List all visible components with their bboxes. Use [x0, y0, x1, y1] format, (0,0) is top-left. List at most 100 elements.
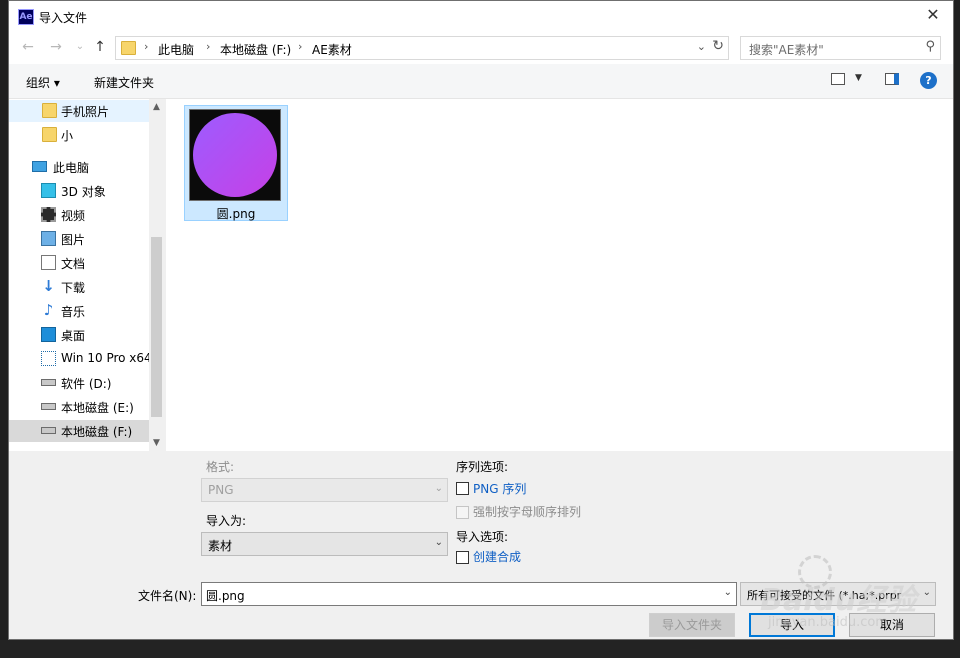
sidebar-item-videos[interactable]: 视频: [9, 204, 149, 226]
png-sequence-label[interactable]: PNG 序列: [473, 480, 526, 497]
force-alphabetical-checkbox: [456, 506, 469, 519]
sidebar-item-label: Win 10 Pro x64: [61, 351, 152, 365]
help-icon[interactable]: ?: [920, 72, 937, 89]
scroll-down-icon[interactable]: ▼: [149, 435, 164, 451]
file-name: 圆.png: [216, 207, 256, 221]
preview-pane-icon[interactable]: [885, 73, 899, 85]
chevron-down-icon: ⌄: [922, 587, 931, 598]
format-label: 格式:: [206, 460, 235, 474]
background-app-strip: [0, 640, 960, 658]
create-composition-checkbox[interactable]: [456, 551, 469, 564]
sidebar-item-phone-photos[interactable]: 手机照片: [9, 100, 149, 122]
sidebar-item-label: 3D 对象: [61, 185, 106, 199]
sidebar-item-drive-d[interactable]: 软件 (D:): [9, 372, 149, 394]
import-options-panel: 格式: PNG ⌄ 导入为: 素材 ⌄ 序列选项: PNG 序列 强制按字母顺序…: [9, 451, 953, 639]
search-icon[interactable]: ⚲: [925, 39, 935, 54]
sidebar-item-label: 小: [61, 129, 74, 143]
sidebar-item-3d-objects[interactable]: 3D 对象: [9, 180, 149, 202]
sidebar-item-label: 手机照片: [61, 105, 110, 119]
drive-icon: [41, 427, 56, 434]
import-options-label: 导入选项:: [456, 530, 509, 544]
navigation-bar: ← → ⌄ ↑ › 此电脑 › 本地磁盘 (F:) › AE素材 ⌄ ↻ 搜索"…: [9, 32, 953, 64]
pictures-icon: [41, 231, 56, 246]
sidebar-item-desktop[interactable]: 桌面: [9, 324, 149, 346]
file-list-pane: 圆.png: [166, 99, 953, 451]
command-bar: 组织 ▾ 新建文件夹 ▼ ?: [9, 64, 953, 99]
filename-input[interactable]: 圆.png ⌄: [201, 582, 737, 606]
import-as-value: 素材: [208, 539, 233, 553]
file-item[interactable]: 圆.png: [184, 105, 288, 221]
breadcrumb-item[interactable]: AE素材: [312, 41, 352, 58]
refresh-icon[interactable]: ↻: [712, 38, 724, 54]
recent-locations-icon[interactable]: ⌄: [71, 38, 89, 56]
import-file-dialog: Ae 导入文件 ✕ ← → ⌄ ↑ › 此电脑 › 本地磁盘 (F:) › AE…: [8, 0, 954, 640]
folder-icon: [42, 103, 57, 118]
title-bar: Ae 导入文件 ✕: [9, 1, 953, 32]
chevron-down-icon: ⌄: [434, 537, 443, 548]
format-value: PNG: [208, 483, 234, 497]
sidebar-item-downloads[interactable]: ↓ 下载: [9, 276, 149, 298]
sidebar-item-drive-f[interactable]: 本地磁盘 (F:): [9, 420, 149, 442]
sidebar-item-music[interactable]: ♪ 音乐: [9, 300, 149, 322]
force-alphabetical-label: 强制按字母顺序排列: [473, 505, 582, 519]
search-input[interactable]: 搜索"AE素材" ⚲: [740, 36, 941, 60]
format-select: PNG ⌄: [201, 478, 448, 502]
video-icon: [41, 207, 56, 222]
sidebar-item-documents[interactable]: 文档: [9, 252, 149, 274]
sidebar-scrollbar[interactable]: ▲ ▼: [149, 99, 164, 451]
after-effects-app-icon: Ae: [18, 9, 34, 25]
chevron-down-icon: ⌄: [434, 483, 443, 494]
sidebar-item-this-pc[interactable]: 此电脑: [9, 156, 149, 178]
forward-arrow-icon[interactable]: →: [47, 38, 65, 56]
documents-icon: [41, 255, 56, 270]
chevron-down-icon[interactable]: ⌄: [697, 40, 706, 53]
image-thumbnail: [189, 109, 281, 201]
back-arrow-icon[interactable]: ←: [19, 38, 37, 56]
3d-objects-icon: [41, 183, 56, 198]
sidebar-item-label: 本地磁盘 (E:): [61, 401, 134, 415]
address-bar[interactable]: › 此电脑 › 本地磁盘 (F:) › AE素材 ⌄ ↻: [115, 36, 729, 60]
sidebar-item-drive-e[interactable]: 本地磁盘 (E:): [9, 396, 149, 418]
scroll-up-icon[interactable]: ▲: [149, 99, 164, 115]
sidebar-item-win10[interactable]: Win 10 Pro x64: [9, 348, 152, 370]
scrollbar-thumb[interactable]: [151, 237, 162, 417]
import-as-select[interactable]: 素材 ⌄: [201, 532, 448, 556]
import-as-label: 导入为:: [206, 514, 247, 528]
breadcrumb-separator-icon: ›: [144, 40, 149, 53]
sidebar-item-label: 音乐: [61, 305, 86, 319]
chevron-down-icon[interactable]: ▼: [855, 73, 862, 83]
breadcrumb-item[interactable]: 本地磁盘 (F:): [220, 41, 291, 58]
filename-value: 圆.png: [206, 589, 245, 603]
computer-icon: [32, 161, 47, 172]
sidebar-item-label: 桌面: [61, 329, 86, 343]
music-icon: ♪: [43, 301, 54, 319]
sidebar-item-pictures[interactable]: 图片: [9, 228, 149, 250]
purple-circle-image: [193, 113, 277, 197]
close-icon[interactable]: ✕: [923, 5, 943, 25]
create-composition-label[interactable]: 创建合成: [473, 548, 521, 565]
filename-label: 文件名(N):: [138, 589, 197, 603]
search-placeholder: 搜索"AE素材": [749, 43, 824, 57]
cancel-button[interactable]: 取消: [849, 613, 935, 637]
breadcrumb-item[interactable]: 此电脑: [158, 41, 194, 58]
sidebar-item-label: 图片: [61, 233, 86, 247]
organize-button[interactable]: 组织 ▾: [26, 74, 60, 91]
sidebar-item-label: 本地磁盘 (F:): [61, 425, 133, 439]
download-icon: ↓: [42, 277, 55, 295]
import-button[interactable]: 导入: [749, 613, 835, 637]
network-drive-icon: [41, 351, 56, 366]
sidebar-item-label: 视频: [61, 209, 86, 223]
sidebar-item-small[interactable]: 小: [9, 124, 149, 146]
up-arrow-icon[interactable]: ↑: [91, 38, 109, 56]
chevron-down-icon[interactable]: ⌄: [724, 587, 732, 598]
navigation-pane: 手机照片 小 此电脑 3D 对象 视频 图片 文档 ↓ 下载 ♪ 音乐 桌面 W…: [9, 99, 164, 451]
png-sequence-checkbox[interactable]: [456, 482, 469, 495]
sequence-options-label: 序列选项:: [456, 460, 509, 474]
new-folder-button[interactable]: 新建文件夹: [94, 74, 154, 91]
folder-icon: [42, 127, 57, 142]
breadcrumb-separator-icon: ›: [206, 40, 211, 53]
view-options-icon[interactable]: [831, 73, 845, 85]
file-type-value: 所有可接受的文件 (*.ha;*.prpr: [747, 589, 902, 602]
file-type-select[interactable]: 所有可接受的文件 (*.ha;*.prpr ⌄: [740, 582, 936, 606]
desktop-icon: [41, 327, 56, 342]
